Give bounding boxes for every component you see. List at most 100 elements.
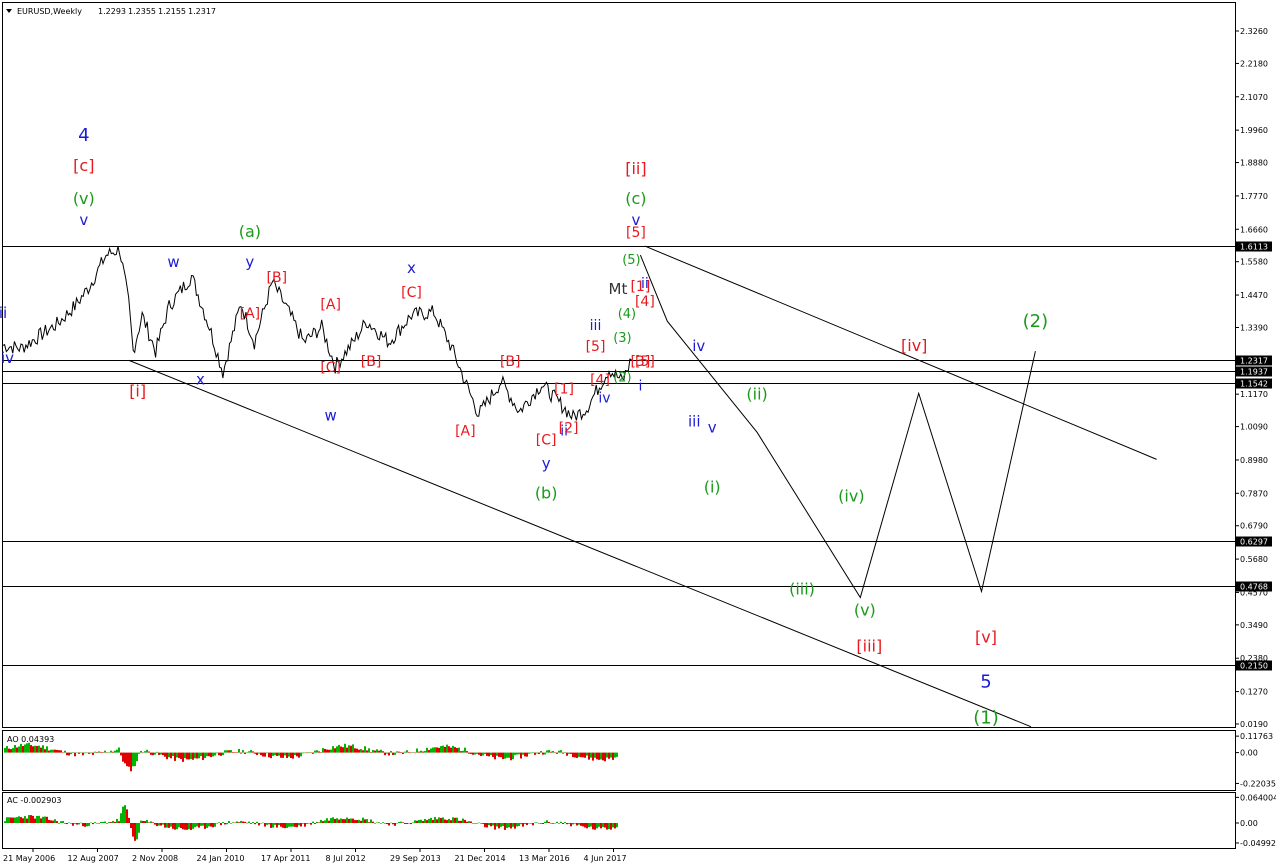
ao-bar xyxy=(124,752,126,764)
wave-label: [4] xyxy=(635,294,655,310)
ao-bar xyxy=(54,749,56,753)
ao-bar xyxy=(440,746,442,753)
ac-bar xyxy=(94,822,96,823)
ac-bar xyxy=(350,818,352,823)
ao-bar xyxy=(160,752,162,755)
ao-bar xyxy=(352,744,354,753)
ac-bar xyxy=(364,819,366,823)
ao-bar xyxy=(218,752,220,756)
ao-bar xyxy=(302,752,304,754)
ac-bar xyxy=(472,823,474,824)
ac-bar xyxy=(300,823,302,827)
ao-bar xyxy=(48,750,50,753)
level-label: 1.2317 xyxy=(1240,357,1268,366)
collapse-triangle-icon[interactable] xyxy=(6,9,12,13)
ao-bar xyxy=(166,752,168,760)
x-tick-label: 21 May 2006 xyxy=(3,854,55,863)
ao-bar xyxy=(142,752,144,754)
ao-bar xyxy=(112,751,114,753)
ac-bar xyxy=(458,820,460,823)
ac-bar xyxy=(34,818,36,823)
ac-bar xyxy=(378,822,380,823)
wave-label: (ii) xyxy=(746,384,767,403)
y-tick-label: 1.7770 xyxy=(1240,192,1268,201)
ao-bar xyxy=(106,752,108,754)
ac-bar xyxy=(412,822,414,824)
ao-bar xyxy=(598,752,600,760)
ac-bar xyxy=(352,818,354,823)
ac-bar xyxy=(608,823,610,829)
level-label: 0.2150 xyxy=(1240,662,1268,671)
ac-bar xyxy=(376,822,378,824)
ao-bar xyxy=(206,752,208,757)
ac-bar xyxy=(8,817,10,823)
ac-bar xyxy=(562,823,564,825)
ac-bar xyxy=(14,817,16,823)
ac-bar xyxy=(64,823,66,824)
ac-bar xyxy=(604,823,606,828)
ao-bar xyxy=(360,749,362,753)
ao-bar xyxy=(176,752,178,758)
ao-bar xyxy=(42,745,44,753)
ac-bar xyxy=(570,823,572,827)
ao-bar xyxy=(476,752,478,754)
price-y-axis: 2.3260 2.2180 2.1070 1.9960 1.8880 1.7770 1.66… xyxy=(1235,27,1268,729)
ao-bar xyxy=(552,751,554,753)
ac-bar xyxy=(530,823,532,824)
ac-bar xyxy=(596,823,598,829)
ao-bar xyxy=(586,752,588,756)
ac-bar xyxy=(422,821,424,823)
y-tick-label: 0.6790 xyxy=(1240,522,1268,531)
ac-bar xyxy=(18,816,20,823)
ao-bar xyxy=(386,752,388,754)
ao-bar xyxy=(150,752,152,755)
ac-label: AC -0.002903 xyxy=(7,796,62,805)
ao-bar xyxy=(496,752,498,756)
y-tick-label: 0.1270 xyxy=(1240,688,1268,697)
level-label: 1.6113 xyxy=(1240,243,1268,252)
wave-label: 4 xyxy=(78,125,89,146)
ao-bar xyxy=(318,751,320,753)
wave-label: [c] xyxy=(73,156,94,175)
high-value: 1.2355 xyxy=(128,7,156,16)
ao-bar xyxy=(88,752,90,754)
ao-bar xyxy=(438,747,440,753)
ac-bar xyxy=(610,823,612,830)
ao-bar xyxy=(220,752,222,756)
ao-bar xyxy=(186,752,188,760)
ao-bar xyxy=(550,751,552,753)
ac-bar xyxy=(50,820,52,823)
ac-bar xyxy=(250,823,252,824)
ac-bar xyxy=(132,823,134,837)
ac-bar xyxy=(550,823,552,824)
x-tick-label: 29 Sep 2013 xyxy=(390,854,441,863)
ao-bar xyxy=(82,752,84,756)
x-tick-label: 24 Jan 2010 xyxy=(197,854,245,863)
ac-bar xyxy=(224,823,226,825)
ac-bar xyxy=(24,816,26,823)
ac-bar xyxy=(466,821,468,823)
y-tick-label: 2.2180 xyxy=(1240,59,1268,68)
ao-bar xyxy=(180,752,182,759)
ao-bar xyxy=(564,752,566,753)
ac-bar xyxy=(116,818,118,823)
ac-bar xyxy=(518,823,520,826)
ao-bar xyxy=(594,752,596,758)
ac-bar xyxy=(560,821,562,823)
ac-bar xyxy=(496,823,498,827)
ao-bar xyxy=(270,752,272,759)
ac-bar xyxy=(338,819,340,823)
ac-bar xyxy=(216,823,218,824)
wave-labels: 4[c](v)viiiv[i]wx(a)y[A][B][A][C]w[B]x[C… xyxy=(0,125,1048,729)
ac-bar xyxy=(274,823,276,825)
ao-bar xyxy=(556,752,558,754)
ao-bar xyxy=(314,750,316,753)
ao-bar xyxy=(616,752,618,757)
ao-bar xyxy=(248,751,250,753)
ac-bar xyxy=(134,823,136,841)
ac-bar xyxy=(494,823,496,830)
ao-bar xyxy=(246,752,248,753)
ac-bar xyxy=(328,820,330,823)
ao-bar xyxy=(578,752,580,757)
ao-bar xyxy=(590,752,592,758)
